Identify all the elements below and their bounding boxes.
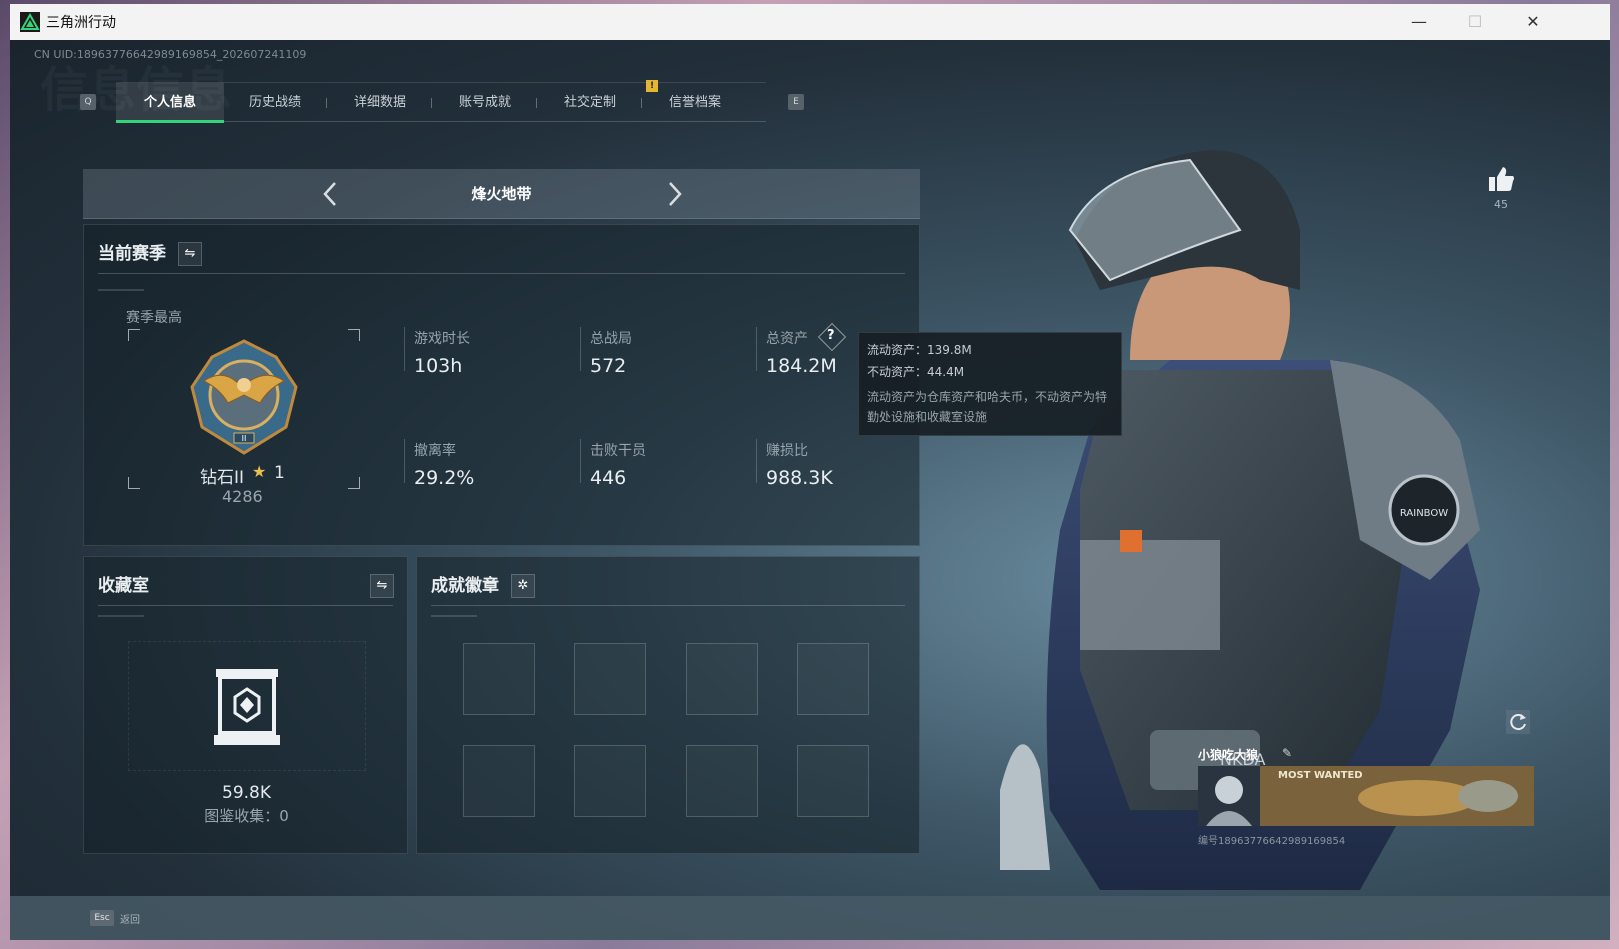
- refresh-icon[interactable]: [1506, 710, 1530, 734]
- esc-key-hint[interactable]: Esc: [90, 910, 114, 926]
- divider: [98, 289, 144, 291]
- stat-divider: [404, 439, 405, 483]
- badge-slot[interactable]: [686, 643, 758, 715]
- fixed-assets: 不动资产：44.4M: [867, 365, 965, 379]
- stat-label-kills: 击败干员: [590, 443, 646, 459]
- game-window: 三角洲行动 — ☐ ✕ 信息信息 CN UID:1896377664298916…: [10, 4, 1610, 940]
- back-label[interactable]: 返回: [120, 911, 140, 926]
- window-title: 三角洲行动: [46, 15, 116, 31]
- tab-prev-key-hint[interactable]: Q: [80, 94, 96, 110]
- divider: [98, 615, 144, 617]
- player-card-id: 编号18963776642989169854: [1198, 836, 1346, 847]
- player-card-banner[interactable]: [1198, 766, 1534, 826]
- stat-value-profit-ratio: 988.3K: [766, 467, 833, 489]
- swap-collection-button[interactable]: ⇋: [370, 574, 394, 598]
- stat-divider: [580, 327, 581, 371]
- liquid-assets: 流动资产：139.8M: [867, 343, 972, 357]
- tab-detailed-data[interactable]: 详细数据: [326, 83, 434, 123]
- mode-selector: 烽火地带: [83, 169, 920, 219]
- achievement-badges-panel: 成就徽章 ✲: [416, 556, 920, 854]
- help-icon[interactable]: ?: [827, 328, 835, 343]
- collection-title: 收藏室: [98, 576, 149, 596]
- tab-personal-info[interactable]: 个人信息: [116, 83, 224, 123]
- divider: [431, 615, 477, 617]
- badge-slot[interactable]: [797, 643, 869, 715]
- player-uid: CN UID:18963776642989169854_202607241109: [34, 48, 307, 61]
- main-content: 信息信息 CN UID:18963776642989169854_2026072…: [10, 40, 1610, 940]
- rank-name: 钻石II: [200, 468, 245, 488]
- mode-title: 烽火地带: [471, 185, 532, 203]
- stat-label-total-matches: 总战局: [590, 331, 632, 347]
- badges-title: 成就徽章: [431, 576, 499, 596]
- thumbs-up-icon[interactable]: [1486, 164, 1516, 194]
- badge-slot[interactable]: [574, 643, 646, 715]
- player-name: 小狼吃大狼: [1198, 748, 1259, 762]
- stat-divider: [580, 439, 581, 483]
- title-bar: 三角洲行动 — ☐ ✕: [10, 4, 1610, 40]
- badge-slot[interactable]: [686, 745, 758, 817]
- banner-text: MOST WANTED: [1278, 770, 1363, 781]
- tab-achievements[interactable]: 账号成就: [431, 83, 539, 123]
- stat-label-extraction-rate: 撤离率: [414, 443, 456, 459]
- display-case-icon: [214, 669, 280, 745]
- rank-points: 4286: [222, 487, 263, 506]
- badge-slot[interactable]: [463, 643, 535, 715]
- stat-value-total-assets: 184.2M: [766, 355, 837, 377]
- corner-bracket: [348, 329, 360, 341]
- svg-text:II: II: [242, 434, 247, 443]
- divider: [98, 605, 393, 606]
- divider: [431, 605, 905, 606]
- badge-slot[interactable]: [797, 745, 869, 817]
- footer-bar: Esc 返回: [10, 896, 1610, 940]
- season-best-label: 赛季最高: [126, 310, 182, 326]
- tab-next-key-hint[interactable]: E: [788, 94, 804, 110]
- maximize-button[interactable]: ☐: [1460, 10, 1490, 34]
- season-title: 当前赛季: [98, 244, 166, 264]
- stat-label-total-assets: 总资产: [766, 331, 808, 347]
- tab-social[interactable]: 社交定制: [536, 83, 644, 123]
- divider: [98, 273, 905, 274]
- stat-divider: [756, 439, 757, 483]
- stat-divider: [404, 327, 405, 371]
- tab-history[interactable]: 历史战绩: [221, 83, 329, 123]
- app-logo-icon: [20, 12, 40, 32]
- diamond-rank-emblem-icon: II: [190, 339, 298, 455]
- assets-tooltip: 流动资产：139.8M 不动资产：44.4M 流动资产为仓库资产和哈夫币，不动资…: [858, 332, 1122, 436]
- assets-description: 流动资产为仓库资产和哈夫币，不动资产为特勤处设施和收藏室设施: [867, 390, 1108, 424]
- stat-label-playtime: 游戏时长: [414, 331, 470, 347]
- badge-slot[interactable]: [463, 745, 535, 817]
- current-season-panel: 当前赛季 ⇋ 赛季最高 II 钻石II ★ 1 4286 游戏时长 103h 总…: [83, 224, 920, 546]
- stat-value-extraction-rate: 29.2%: [414, 467, 475, 489]
- close-button[interactable]: ✕: [1518, 10, 1548, 34]
- star-icon: ★: [252, 462, 267, 481]
- stat-value-total-matches: 572: [590, 355, 627, 377]
- like-count: 45: [1494, 198, 1508, 211]
- collection-value: 59.8K: [222, 783, 271, 803]
- corner-bracket: [128, 477, 140, 489]
- svg-text:RAINBOW: RAINBOW: [1400, 508, 1448, 519]
- gear-icon[interactable]: ✲: [511, 574, 535, 598]
- notification-badge: !: [646, 80, 658, 92]
- catalog-count: 图鉴收集：0: [204, 807, 289, 825]
- collection-room-panel[interactable]: 收藏室 ⇋ 59.8K 图鉴收集：0: [83, 556, 408, 854]
- badge-slot[interactable]: [574, 745, 646, 817]
- minimize-button[interactable]: —: [1404, 10, 1434, 34]
- swap-season-button[interactable]: ⇋: [178, 242, 202, 266]
- rank-star-count: 1: [274, 463, 285, 483]
- corner-bracket: [128, 329, 140, 341]
- edit-name-icon[interactable]: ✎: [1282, 746, 1292, 760]
- tab-bar: 个人信息 历史战绩 详细数据 账号成就 社交定制 信誉档案: [116, 82, 766, 123]
- stat-value-playtime: 103h: [414, 355, 463, 377]
- stat-divider: [756, 327, 757, 371]
- chevron-right-icon[interactable]: [659, 179, 689, 209]
- stat-value-kills: 446: [590, 467, 627, 489]
- corner-bracket: [348, 477, 360, 489]
- stat-label-profit-ratio: 赚损比: [766, 443, 808, 459]
